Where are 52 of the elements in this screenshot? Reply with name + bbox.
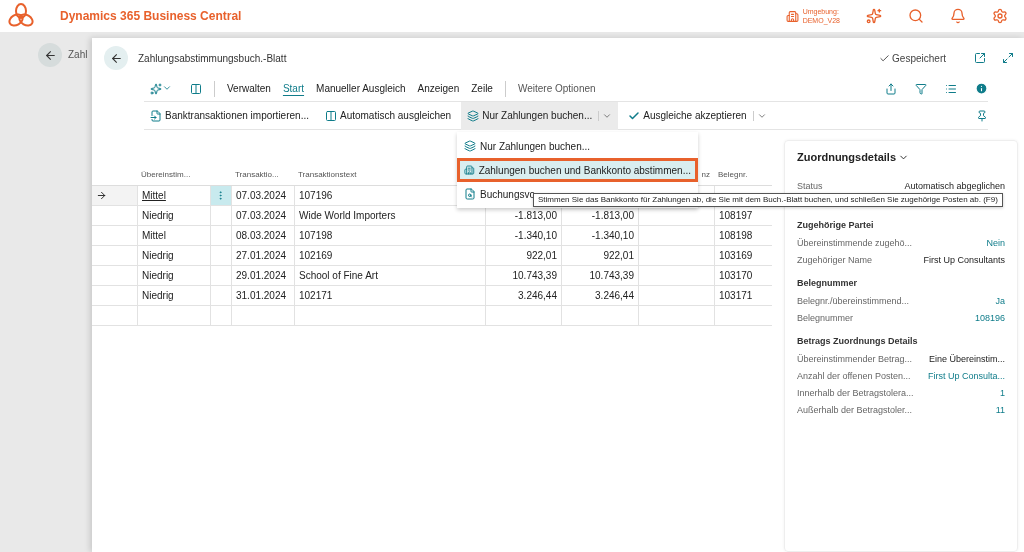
field-label: Anzahl der offenen Posten... xyxy=(797,370,911,381)
table-cell: School of Fine Art xyxy=(294,266,485,286)
field-label: Übereinstimmender Betrag... xyxy=(797,353,913,364)
table-cell: 108197 xyxy=(714,206,772,226)
table-cell: 31.01.2024 xyxy=(231,286,294,306)
section-title: Betrags Zuordnungs Details xyxy=(797,336,919,346)
table-cell: -1.340,10 xyxy=(485,226,561,246)
table-cell: 103169 xyxy=(714,246,772,266)
page-title: Zahl xyxy=(68,48,88,62)
table-cell: 3.246,44 xyxy=(561,286,638,306)
field-label: Belegnr./übereinstimmend... xyxy=(797,295,910,306)
table-cell: Wide World Importers xyxy=(294,206,485,226)
table-cell: 922,01 xyxy=(485,246,561,266)
table-cell: -1.813,00 xyxy=(485,206,561,226)
table-cell: 07.03.2024 xyxy=(231,206,294,226)
table-cell: 29.01.2024 xyxy=(231,266,294,286)
field-label: Außerhalb der Betragstoler... xyxy=(797,404,913,415)
table-cell: -1.813,00 xyxy=(561,206,638,226)
table-cell: Mittel xyxy=(137,186,210,206)
table-cell: 08.03.2024 xyxy=(231,226,294,246)
table-cell: 922,01 xyxy=(561,246,638,266)
table-cell: 103170 xyxy=(714,266,772,286)
field-label: Belegnummer xyxy=(797,312,854,323)
table-cell: 103171 xyxy=(714,286,772,306)
table-cell: 07.03.2024 xyxy=(231,186,294,206)
table-cell: -1.340,10 xyxy=(561,226,638,246)
field-value: First Up Consultants xyxy=(923,254,1005,265)
table-cell: 102171 xyxy=(294,286,485,306)
table-cell: Niedrig xyxy=(137,246,210,266)
save-status: Gespeichert xyxy=(892,52,946,64)
field-label: Status xyxy=(797,180,823,191)
section-title: Belegnummer xyxy=(797,278,859,288)
table-cell: 27.01.2024 xyxy=(231,246,294,266)
section-title: Zugehörige Partei xyxy=(797,220,875,230)
field-value: Automatisch abgeglichen xyxy=(904,180,1005,191)
table-cell: 108198 xyxy=(714,226,772,246)
field-label: Übereinstimmende zugehö... xyxy=(797,237,913,248)
table-cell: Niedrig xyxy=(137,266,210,286)
table-cell: Mittel xyxy=(137,226,210,246)
field-label: Innerhalb der Betragstolera... xyxy=(797,387,914,398)
app-title: Dynamics 365 Business Central xyxy=(60,9,243,23)
table-cell: Niedrig xyxy=(137,206,210,226)
tooltip: Stimmen Sie das Bankkonto für Zahlungen ab, die Sie mit dem Buch.-Blatt buchen, und schließen Sie zugehörige Posten ab. (F9) xyxy=(533,193,1003,207)
table-cell: 10.743,39 xyxy=(561,266,638,286)
field-value: Eine Übereinstim... xyxy=(928,353,1005,364)
table-cell: 3.246,44 xyxy=(485,286,561,306)
page-title: Zahlungsabstimmungsbuch.-Blatt xyxy=(138,52,288,64)
table-cell: 102169 xyxy=(294,246,485,266)
table-cell: 10.743,39 xyxy=(485,266,561,286)
table-cell: Niedrig xyxy=(137,286,210,306)
table-cell: 107198 xyxy=(294,226,485,246)
field-label: Zugehöriger Name xyxy=(797,254,873,265)
